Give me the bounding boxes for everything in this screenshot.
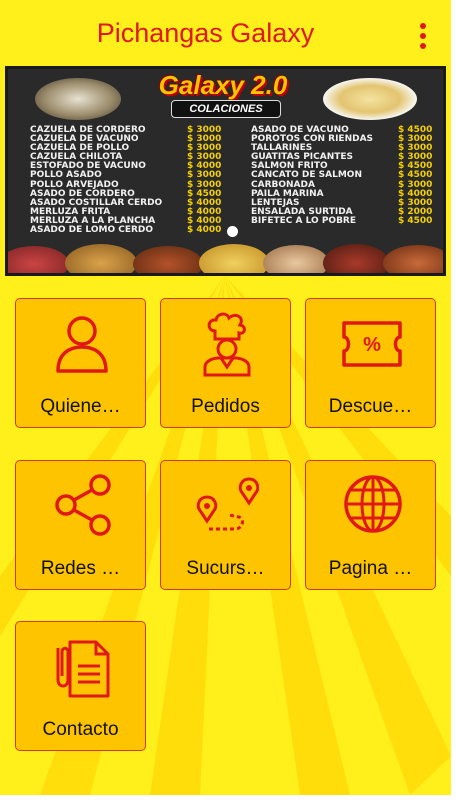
tile-label: Sucurs… — [186, 558, 265, 579]
tile-label: Descue… — [328, 396, 413, 417]
discount-ticket-icon: % — [342, 321, 402, 367]
chef-icon — [203, 312, 251, 377]
svg-text:%: % — [363, 334, 381, 356]
menu-banner-image: Galaxy 2.0 COLACIONES CAZUELA DE CORDERO… — [5, 66, 446, 276]
app-title: Pichangas Galaxy — [96, 18, 315, 48]
tile-label: Redes … — [40, 558, 121, 579]
app-bar: Pichangas Galaxy — [0, 0, 451, 66]
tile-sucursales[interactable]: Sucurs… — [160, 460, 291, 590]
tile-redes[interactable]: Redes … — [15, 460, 146, 590]
route-map-icon — [196, 477, 259, 531]
app-screen: Pichangas Galaxy Galaxy 2.0 COLACIONES C… — [0, 0, 451, 795]
share-icon — [55, 474, 111, 536]
tile-pedidos[interactable]: Pedidos — [160, 298, 291, 428]
globe-icon — [344, 475, 402, 533]
tile-label: Pagina … — [328, 558, 413, 579]
tile-label: Contacto — [42, 719, 119, 740]
document-clip-icon — [56, 640, 110, 698]
tile-descuentos[interactable]: % Descue… — [305, 298, 436, 428]
tile-contacto[interactable]: Contacto — [15, 621, 146, 751]
overflow-menu-icon[interactable] — [413, 20, 433, 52]
tile-label: Pedidos — [191, 396, 260, 417]
tile-label: Quiene… — [40, 396, 121, 417]
tile-quienes[interactable]: Quiene… — [15, 298, 146, 428]
tile-pagina-web[interactable]: Pagina … — [305, 460, 436, 590]
person-icon — [56, 316, 108, 373]
